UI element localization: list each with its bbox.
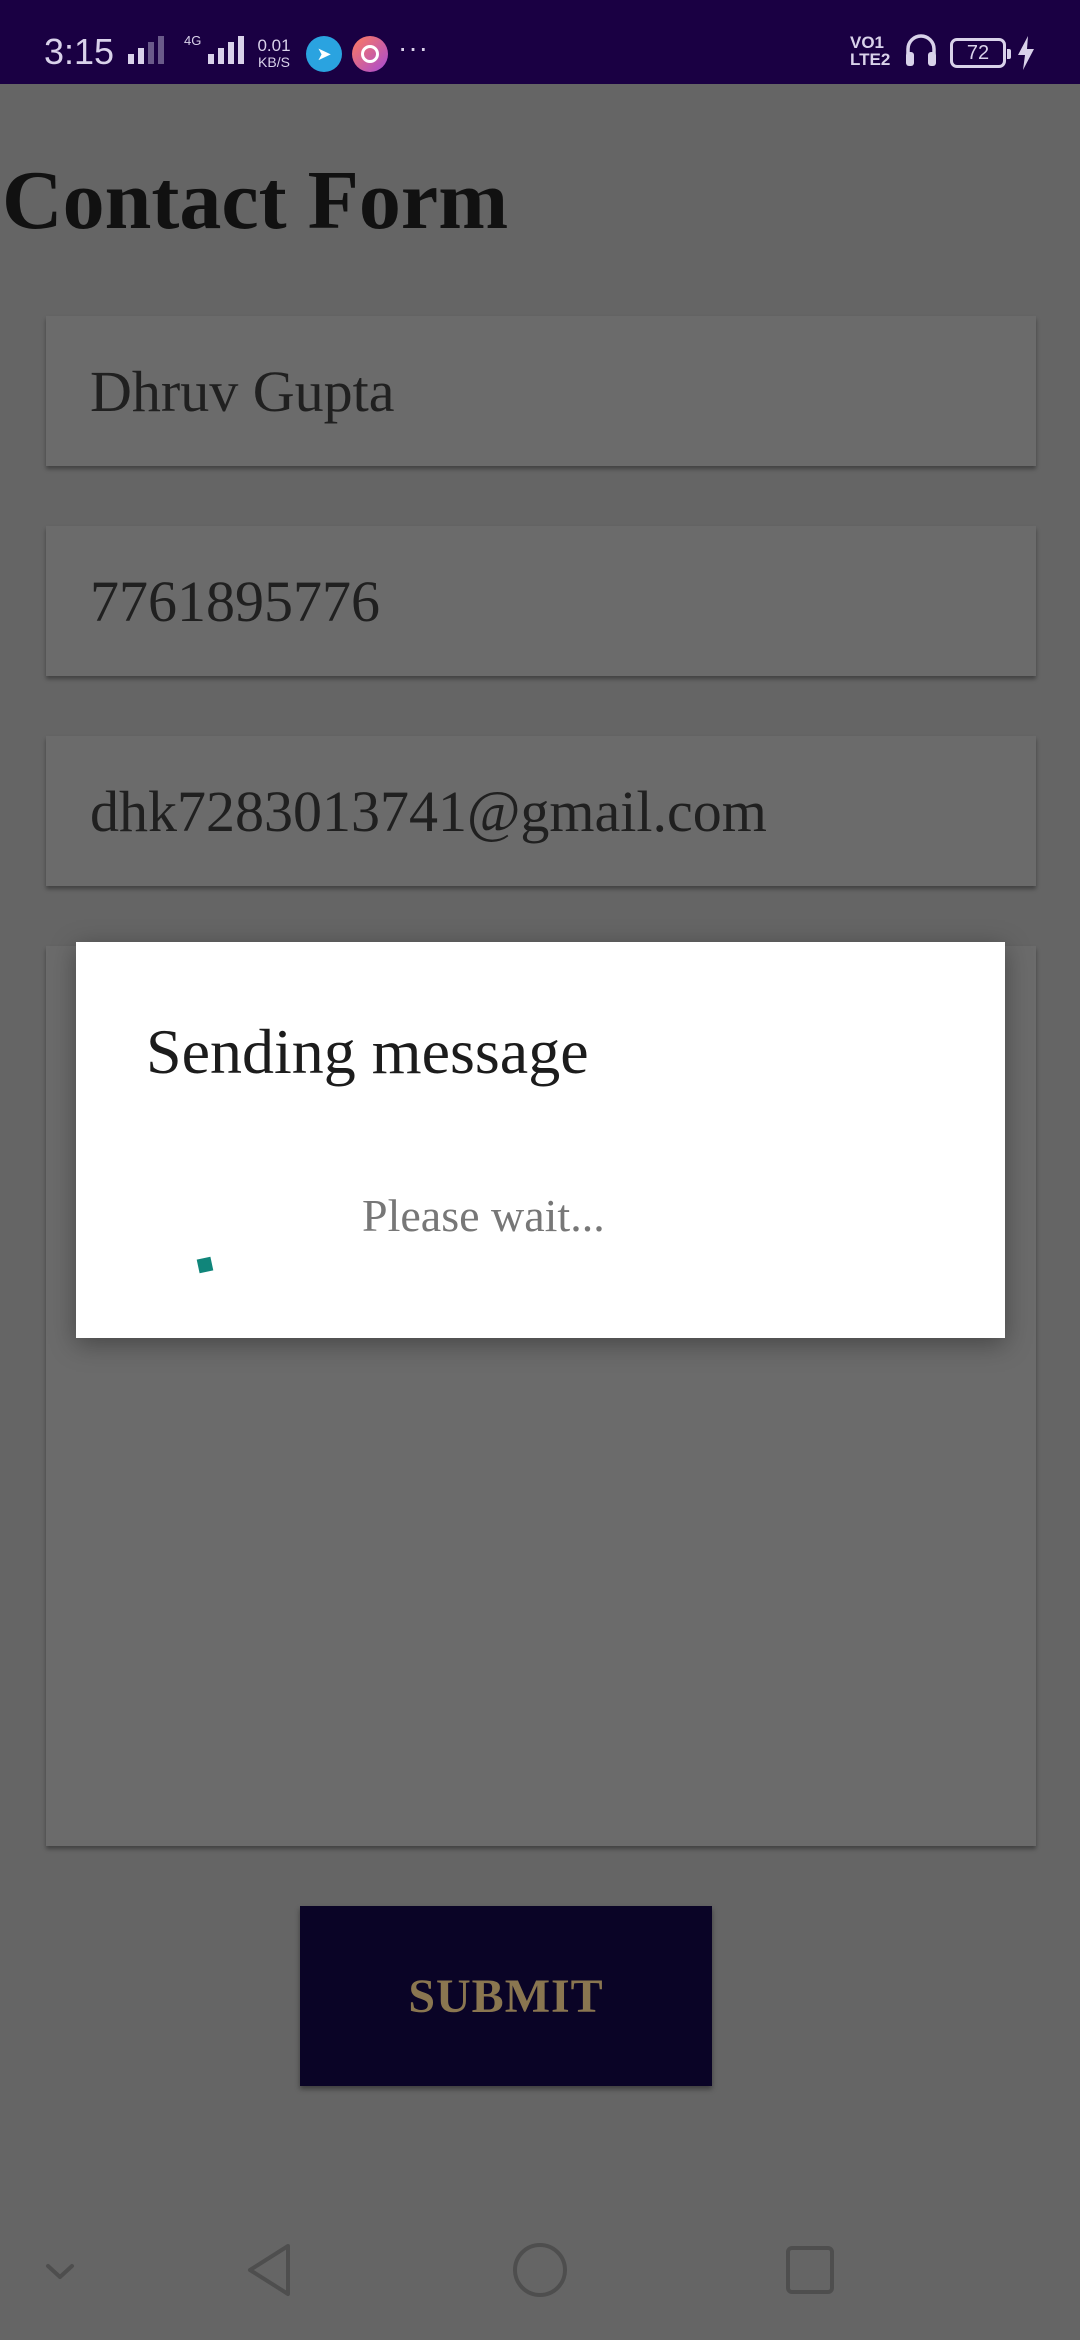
phone-input[interactable]: 7761895776 — [46, 526, 1036, 676]
telegram-icon: ➤ — [306, 36, 342, 72]
battery-icon: 72 — [950, 38, 1011, 68]
recents-square-icon[interactable] — [780, 2240, 840, 2300]
volte-bottom-label: LTE2 — [850, 50, 891, 69]
network-type-label: 4G — [184, 33, 202, 48]
progress-dialog: Sending message Please wait... — [76, 942, 1005, 1338]
loading-spinner-icon — [196, 1256, 214, 1274]
network-speed-value: 0.01 — [257, 36, 291, 55]
email-input[interactable]: dhk7283013741@gmail.com — [46, 736, 1036, 886]
status-time: 3:15 — [44, 31, 115, 72]
navigation-bar — [0, 2200, 1080, 2340]
back-triangle-icon[interactable] — [240, 2240, 300, 2300]
home-circle-icon[interactable] — [510, 2240, 570, 2300]
app-icon — [352, 36, 388, 72]
charging-bolt-icon — [1018, 36, 1034, 70]
status-bar: 3:15 4G 0.01 KB/S ➤ ··· VO1 LTE2 72 — [0, 0, 1080, 84]
more-dots-icon: ··· — [398, 32, 429, 63]
headset-icon — [906, 34, 936, 66]
dialog-title: Sending message — [146, 1016, 589, 1087]
volte-top-label: VO1 — [850, 33, 885, 52]
network-speed: 0.01 KB/S — [254, 37, 294, 71]
collapse-chevron-icon[interactable] — [30, 2240, 90, 2300]
dialog-message: Please wait... — [362, 1190, 605, 1241]
signal-icon — [208, 30, 244, 64]
name-input[interactable]: Dhruv Gupta — [46, 316, 1036, 466]
volte-indicator: VO1 LTE2 — [850, 34, 890, 68]
signal-icon — [128, 30, 164, 64]
page-title: Contact Form — [2, 154, 509, 247]
network-speed-unit: KB/S — [258, 54, 290, 70]
submit-button[interactable]: SUBMIT — [300, 1906, 712, 2086]
